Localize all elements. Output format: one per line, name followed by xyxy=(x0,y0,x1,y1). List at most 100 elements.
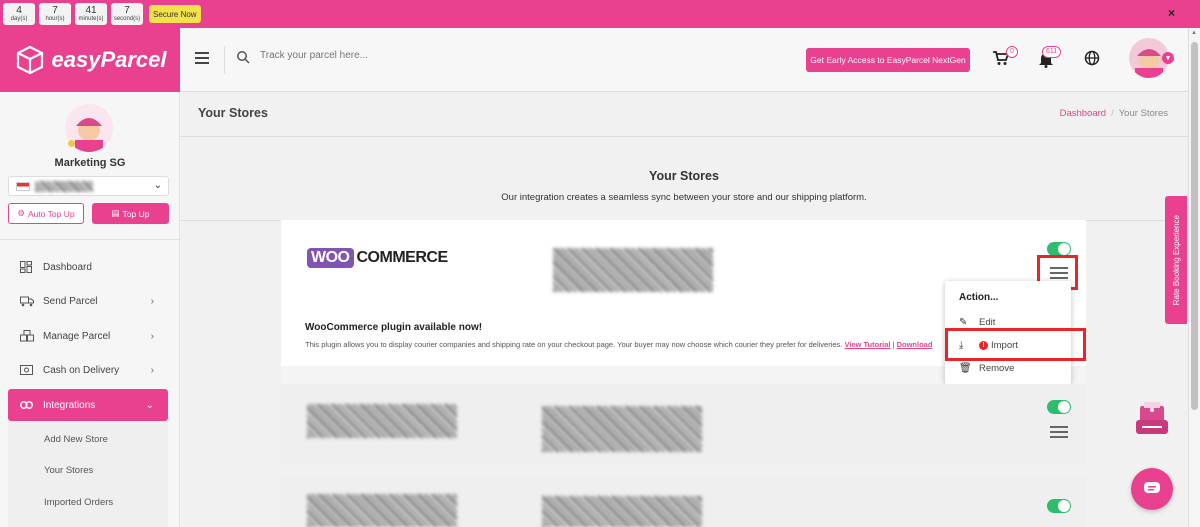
secure-now-button[interactable]: Secure Now xyxy=(149,5,201,23)
top-up-label: Top Up xyxy=(122,208,150,219)
scroll-up-icon[interactable]: ▲ xyxy=(1191,30,1197,36)
auto-top-up-button[interactable]: ⚙ Auto Top Up xyxy=(8,203,84,224)
plugin-title: WooCommerce plugin available now! xyxy=(305,322,483,333)
store-active-toggle[interactable] xyxy=(1047,242,1071,256)
chevron-down-icon: ⌄ xyxy=(153,180,162,191)
sidebar-item-label: Manage Parcel xyxy=(43,330,111,342)
top-up-button[interactable]: ▤ Top Up xyxy=(92,203,169,224)
section-heading: Your Stores xyxy=(649,169,719,183)
sidebar-item-send-parcel[interactable]: Send Parcel › xyxy=(8,285,168,317)
auto-top-up-label: Auto Top Up xyxy=(27,208,75,219)
chat-bubble-icon[interactable] xyxy=(1131,468,1173,510)
remove-label: Remove xyxy=(979,363,1015,374)
sidebar-item-label: Send Parcel xyxy=(43,295,98,307)
gear-icon: ⚙ xyxy=(17,208,25,218)
view-tutorial-link[interactable]: View Tutorial xyxy=(844,340,890,349)
plugin-description-text: This plugin allows you to display courie… xyxy=(305,340,843,349)
countdown-unit: minute(s) xyxy=(78,16,104,22)
logo-text: easyParcel xyxy=(51,47,167,72)
chevron-down-icon: ⌄ xyxy=(145,399,154,411)
breadcrumb-separator: / xyxy=(1111,108,1114,119)
chevron-right-icon: › xyxy=(150,364,154,376)
commerce-logo-text: COMMERCE xyxy=(356,249,449,266)
search-icon xyxy=(237,51,250,64)
page-scrollbar[interactable]: ▲ xyxy=(1188,28,1200,527)
store-name-redacted xyxy=(553,248,713,292)
trash-icon: 🗑 xyxy=(959,363,972,374)
countdown-days: 4 day(s) xyxy=(3,3,35,25)
promo-bar: 4 day(s) 7 hour(s) 41 minute(s) 7 second(s) … xyxy=(0,0,1200,28)
sidebar-item-cash-on-delivery[interactable]: Cash on Delivery › xyxy=(8,354,168,386)
rate-tab-label: Rate Booking Experience xyxy=(1171,214,1181,306)
countdown-unit: hour(s) xyxy=(45,16,65,22)
language-globe-icon[interactable] xyxy=(1084,50,1100,66)
track-parcel-search-input[interactable] xyxy=(260,50,560,61)
nextgen-access-button[interactable]: Get Early Access to EasyParcel NextGen xyxy=(806,48,970,72)
sidebar-item-label: Integrations xyxy=(43,399,96,411)
sidebar-item-integrations[interactable]: Integrations ⌄ xyxy=(8,389,168,421)
scrollbar-thumb[interactable] xyxy=(1191,42,1198,410)
store-active-toggle[interactable] xyxy=(1047,499,1071,513)
woocommerce-logo: WOO COMMERCE xyxy=(307,248,448,268)
edit-menu-item[interactable]: ✎ Edit xyxy=(959,317,995,328)
countdown-unit: day(s) xyxy=(10,16,28,22)
countdown-value: 41 xyxy=(85,5,97,16)
action-menu-title: Action... xyxy=(959,292,999,303)
sidebar-item-dashboard[interactable]: Dashboard xyxy=(8,251,168,283)
countdown-seconds: 7 second(s) xyxy=(111,3,143,25)
store-name-redacted xyxy=(542,496,702,527)
store-name-redacted xyxy=(542,406,702,452)
balance-amount-redacted xyxy=(35,181,93,192)
woo-logo-mark: WOO xyxy=(307,248,354,268)
section-subheading: Our integration creates a seamless sync … xyxy=(501,192,867,203)
chevron-down-icon[interactable]: ▼ xyxy=(1162,52,1174,64)
free-printer-promo[interactable] xyxy=(1126,400,1178,455)
singapore-flag-icon xyxy=(16,182,30,191)
rate-booking-experience-tab[interactable]: Rate Booking Experience xyxy=(1165,196,1187,324)
remove-menu-item[interactable]: 🗑 Remove xyxy=(959,363,1014,374)
countdown-value: 7 xyxy=(124,5,130,16)
breadcrumb-dashboard-link[interactable]: Dashboard xyxy=(1060,108,1106,119)
sidebar-item-manage-parcel[interactable]: Manage Parcel › xyxy=(8,320,168,352)
chevron-right-icon: › xyxy=(150,330,154,342)
cash-icon xyxy=(20,365,34,375)
cart-count-badge: 0 xyxy=(1006,46,1018,58)
divider xyxy=(0,239,180,240)
dashboard-icon xyxy=(20,261,34,273)
page-title: Your Stores xyxy=(198,106,268,120)
store-logo-redacted xyxy=(307,404,457,438)
chevron-right-icon: › xyxy=(150,295,154,307)
countdown-value: 7 xyxy=(52,5,58,16)
account-name: Marketing SG xyxy=(54,157,126,169)
logo[interactable]: easyParcel xyxy=(0,28,180,92)
parcel-box-icon xyxy=(16,45,43,75)
sidebar-subitem-add-new-store[interactable]: Add New Store xyxy=(44,434,108,445)
store-active-toggle[interactable] xyxy=(1047,400,1071,414)
breadcrumb-current: Your Stores xyxy=(1118,108,1168,119)
page-title-bar: Your Stores Dashboard / Your Stores xyxy=(180,92,1188,137)
hamburger-menu-icon[interactable] xyxy=(195,52,209,64)
link-icon xyxy=(20,401,34,409)
highlight-box xyxy=(945,328,1086,361)
countdown-unit: second(s) xyxy=(113,16,141,22)
hamburger-menu-icon[interactable] xyxy=(1050,426,1068,440)
status-dot xyxy=(68,140,75,147)
sidebar-subitem-imported-orders[interactable]: Imported Orders xyxy=(44,497,113,508)
store-logo-redacted xyxy=(307,494,457,527)
balance-selector[interactable]: ⌄ xyxy=(8,176,169,196)
plugin-description: This plugin allows you to display courie… xyxy=(305,340,933,349)
download-link[interactable]: Download xyxy=(897,340,933,349)
edit-label: Edit xyxy=(979,317,996,328)
parcels-icon xyxy=(20,330,34,342)
thermal-printer-icon xyxy=(1136,402,1168,434)
divider xyxy=(224,46,225,74)
sidebar-subitem-your-stores[interactable]: Your Stores xyxy=(44,465,93,476)
breadcrumb: Dashboard / Your Stores xyxy=(1060,108,1168,119)
countdown-minutes: 41 minute(s) xyxy=(75,3,107,25)
wallet-icon: ▤ xyxy=(111,208,120,218)
notification-count-badge: 611 xyxy=(1042,46,1062,58)
countdown-value: 4 xyxy=(16,5,22,16)
close-icon[interactable]: × xyxy=(1168,6,1175,20)
pencil-icon: ✎ xyxy=(959,317,968,328)
countdown-hours: 7 hour(s) xyxy=(39,3,71,25)
